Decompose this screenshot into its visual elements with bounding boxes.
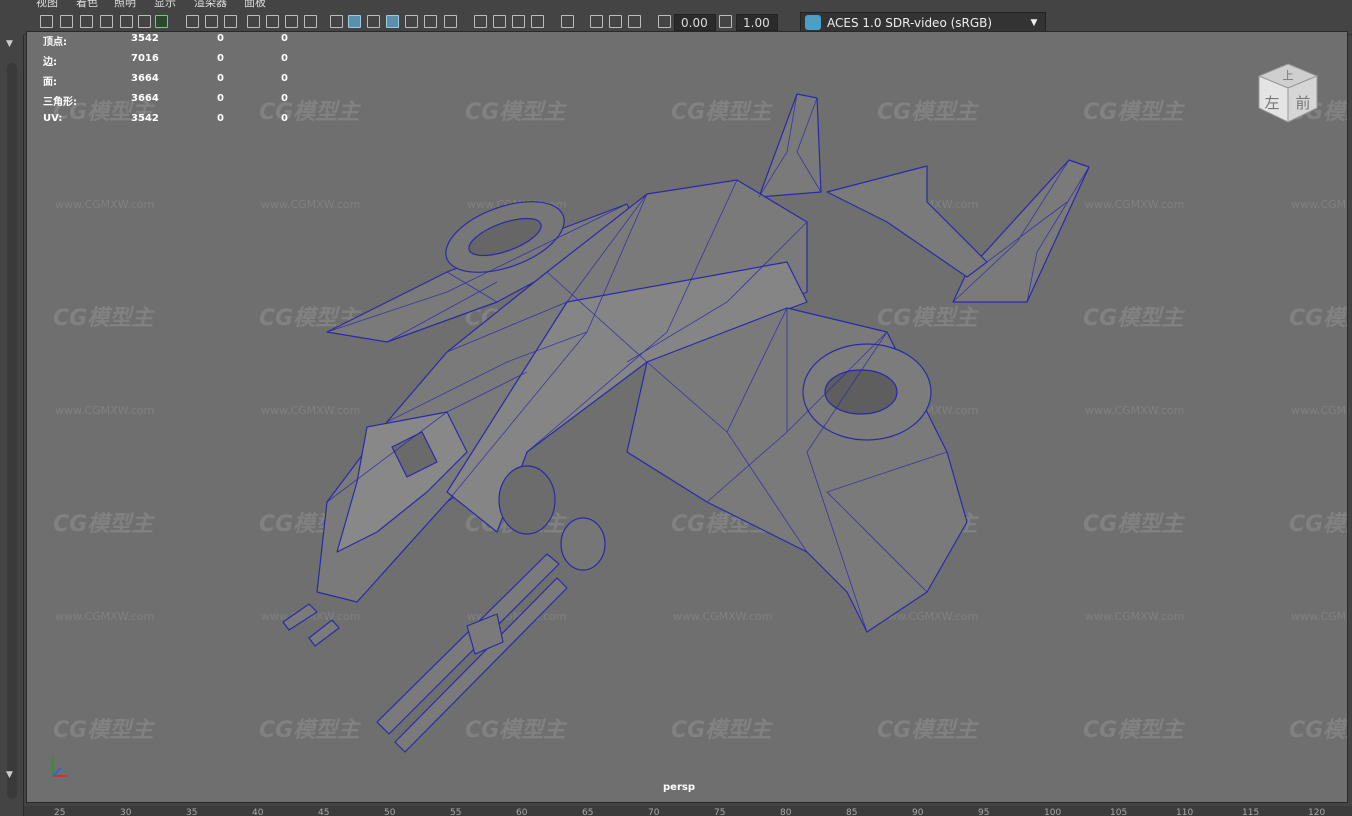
default-material-icon[interactable]	[367, 15, 380, 28]
stat-row-triangles: 三角形: 3664 0 0	[43, 93, 288, 108]
axis-gizmo	[52, 756, 67, 777]
camera-name-label: persp	[663, 782, 695, 793]
wireframe-on-shaded-icon[interactable]	[386, 15, 399, 28]
menu-show[interactable]: 显示	[154, 0, 176, 8]
spaceship-model[interactable]	[27, 32, 1348, 803]
gun-barrel-1	[282, 603, 318, 631]
aces-logo-icon	[805, 15, 821, 30]
exposure-field[interactable]: 0.00	[674, 14, 716, 31]
pencil-icon[interactable]	[155, 15, 168, 28]
screen-space-ao-icon[interactable]	[474, 15, 487, 28]
3d-viewport[interactable]: CG模型主CG模型主CG模型主CG模型主CG模型主CG模型主CG模型主CG模型主…	[26, 31, 1348, 803]
stat-row-vertices: 顶点: 3542 0 0	[43, 33, 288, 48]
menu-view[interactable]: 视图	[36, 0, 58, 8]
grid-icon[interactable]	[186, 15, 199, 28]
stat-row-edges: 边: 7016 0 0	[43, 53, 288, 68]
menu-lighting[interactable]: 照明	[114, 0, 136, 8]
motion-blur-icon[interactable]	[493, 15, 506, 28]
menu-renderer[interactable]: 渲染器	[194, 0, 227, 8]
isolate-select-icon[interactable]	[561, 15, 574, 28]
field-chart-icon[interactable]	[266, 15, 279, 28]
grease-pencil-icon[interactable]	[120, 15, 133, 28]
camera-bookmark-icon[interactable]	[80, 15, 93, 28]
wireframe-icon[interactable]	[330, 15, 343, 28]
right-wing	[626, 307, 968, 633]
viewcube-front-face[interactable]: 前	[1295, 94, 1310, 112]
backface-culling-icon[interactable]	[628, 15, 641, 28]
xray-joints-icon[interactable]	[590, 15, 603, 28]
safe-title-icon[interactable]	[304, 15, 317, 28]
scroll-up-arrow-icon[interactable]: ▼	[6, 39, 13, 49]
film-gate-icon[interactable]	[205, 15, 218, 28]
image-plane-icon[interactable]	[100, 15, 113, 28]
stat-row-uvs: UV: 3542 0 0	[43, 113, 288, 124]
lights-icon[interactable]	[424, 15, 437, 28]
stat-row-faces: 面: 3664 0 0	[43, 73, 288, 88]
multisample-aa-icon[interactable]	[512, 15, 525, 28]
gate-mask-icon[interactable]	[247, 15, 260, 28]
shadows-icon[interactable]	[444, 15, 457, 28]
depth-of-field-icon[interactable]	[531, 15, 544, 28]
colorspace-dropdown[interactable]: ACES 1.0 SDR-video (sRGB) ▼	[800, 12, 1046, 32]
gun-barrel-2	[308, 619, 340, 647]
xray-active-icon[interactable]	[609, 15, 622, 28]
tail-stabilizer	[826, 165, 988, 278]
gamma-field[interactable]: 1.00	[736, 14, 778, 31]
front-turbine	[560, 517, 606, 571]
2d-pan-zoom-icon[interactable]	[138, 15, 151, 28]
vertical-scrollbar[interactable]	[7, 63, 17, 799]
gun-barrel-3	[376, 553, 560, 735]
smooth-shade-icon[interactable]	[348, 15, 361, 28]
gun-barrel-4	[394, 577, 568, 753]
viewcube-top-face[interactable]: 上	[1283, 69, 1294, 82]
left-scroll-strip: ▼ ▼	[0, 35, 24, 816]
camera-select-icon[interactable]	[40, 15, 53, 28]
panel-menu-bar: 视图 着色 照明 显示 渲染器 面板	[24, 0, 1352, 8]
front-engine-intake	[498, 465, 556, 535]
resolution-gate-icon[interactable]	[224, 15, 237, 28]
colorspace-label: ACES 1.0 SDR-video (sRGB)	[827, 16, 993, 30]
time-ruler[interactable]: 25 30 35 40 45 50 55 60 65 70 75 80 85 9…	[24, 806, 1352, 816]
scroll-down-arrow-icon[interactable]: ▼	[6, 770, 13, 780]
chevron-down-icon[interactable]: ▼	[1027, 13, 1041, 33]
view-cube[interactable]: 上 左 前	[1255, 60, 1321, 126]
gamma-icon[interactable]	[719, 15, 732, 28]
maya-viewport-window: 视图 着色 照明 显示 渲染器 面板 0.00 1.00 ACES 1.0 SD…	[0, 0, 1352, 816]
poly-count-hud: 顶点: 3542 0 0 边: 7016 0 0 面: 3664 0 0 三角形…	[43, 32, 323, 132]
xray-icon[interactable]	[405, 15, 418, 28]
exposure-icon[interactable]	[658, 15, 671, 28]
viewcube-left-face[interactable]: 左	[1264, 94, 1279, 112]
tail-fin-right	[952, 159, 1090, 303]
safe-action-icon[interactable]	[285, 15, 298, 28]
camera-attributes-icon[interactable]	[60, 15, 73, 28]
menu-panels[interactable]: 面板	[244, 0, 266, 8]
menu-shading[interactable]: 着色	[76, 0, 98, 8]
